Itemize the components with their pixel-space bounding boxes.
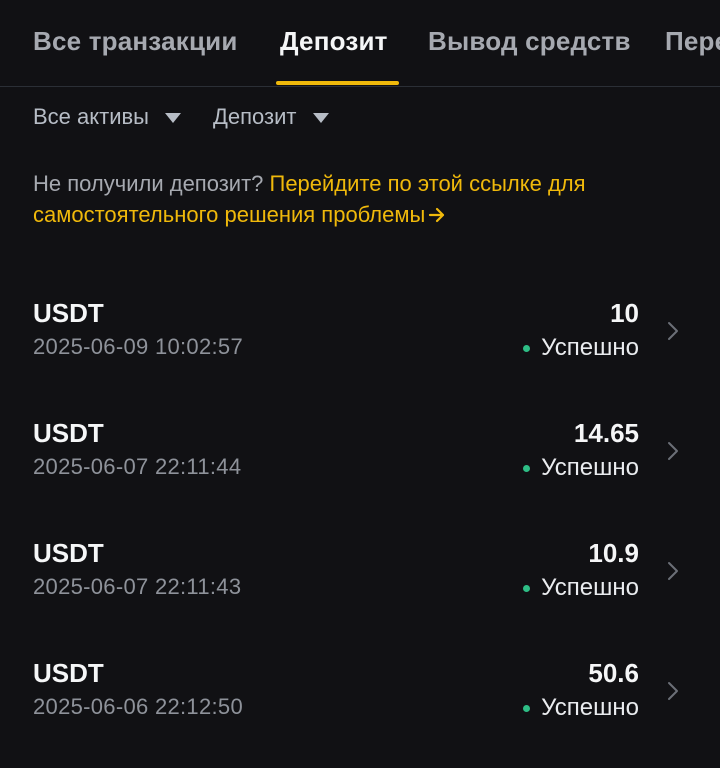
caret-down-icon [165, 113, 181, 123]
tab-transfers[interactable]: Переводы [665, 26, 720, 57]
chevron-right-icon [668, 322, 678, 340]
type-filter-dropdown[interactable]: Депозит [213, 104, 329, 130]
type-filter-label: Депозит [213, 104, 297, 129]
tab-bar: Все транзакции Депозит Вывод средств Пер… [0, 0, 720, 87]
transaction-amount: 50.6 [588, 658, 639, 688]
transaction-asset: USDT [33, 418, 104, 448]
active-tab-indicator [276, 81, 399, 85]
transaction-time: 2025-06-07 22:11:43 [33, 574, 242, 599]
transaction-status: Успешно [523, 574, 639, 602]
tab-withdrawal[interactable]: Вывод средств [428, 26, 631, 57]
status-label: Успешно [541, 334, 639, 361]
status-label: Успешно [541, 574, 639, 601]
status-dot-icon [523, 704, 531, 712]
transaction-row[interactable]: USDT 2025-06-07 22:11:44 14.65 Успешно [0, 418, 720, 528]
transaction-row[interactable]: USDT 2025-06-09 10:02:57 10 Успешно [0, 298, 720, 408]
transaction-amount: 10 [610, 298, 639, 328]
transaction-amount: 14.65 [573, 418, 639, 448]
caret-down-icon [312, 113, 329, 123]
arrow-right-icon [429, 207, 445, 223]
asset-filter-label: Все активы [33, 104, 149, 129]
transaction-asset: USDT [33, 298, 104, 328]
asset-filter-dropdown[interactable]: Все активы [33, 104, 181, 130]
transaction-time: 2025-06-06 22:12:50 [33, 694, 243, 719]
transaction-row[interactable]: USDT 2025-06-07 22:11:43 10.9 Успешно [0, 538, 720, 648]
deposit-help-message: Не получили депозит? Перейдите по этой с… [33, 168, 673, 230]
transaction-status: Успешно [523, 334, 639, 362]
status-dot-icon [523, 344, 531, 352]
status-label: Успешно [541, 454, 639, 481]
status-dot-icon [523, 464, 531, 472]
transaction-asset: USDT [33, 538, 104, 568]
transaction-status: Успешно [523, 454, 639, 482]
status-dot-icon [523, 584, 531, 592]
transaction-row[interactable]: USDT 2025-06-06 22:12:50 50.6 Успешно [0, 658, 720, 768]
transaction-asset: USDT [33, 658, 104, 688]
chevron-right-icon [668, 442, 678, 460]
help-text: Не получили депозит? [33, 171, 270, 196]
transaction-time: 2025-06-07 22:11:44 [33, 454, 242, 479]
transaction-amount: 10.9 [588, 538, 639, 568]
transaction-status: Успешно [523, 694, 639, 722]
chevron-right-icon [668, 682, 678, 700]
status-label: Успешно [541, 694, 639, 721]
chevron-right-icon [668, 562, 678, 580]
tab-all-transactions[interactable]: Все транзакции [33, 26, 238, 57]
transaction-time: 2025-06-09 10:02:57 [33, 334, 243, 359]
tab-deposit[interactable]: Депозит [280, 26, 388, 57]
